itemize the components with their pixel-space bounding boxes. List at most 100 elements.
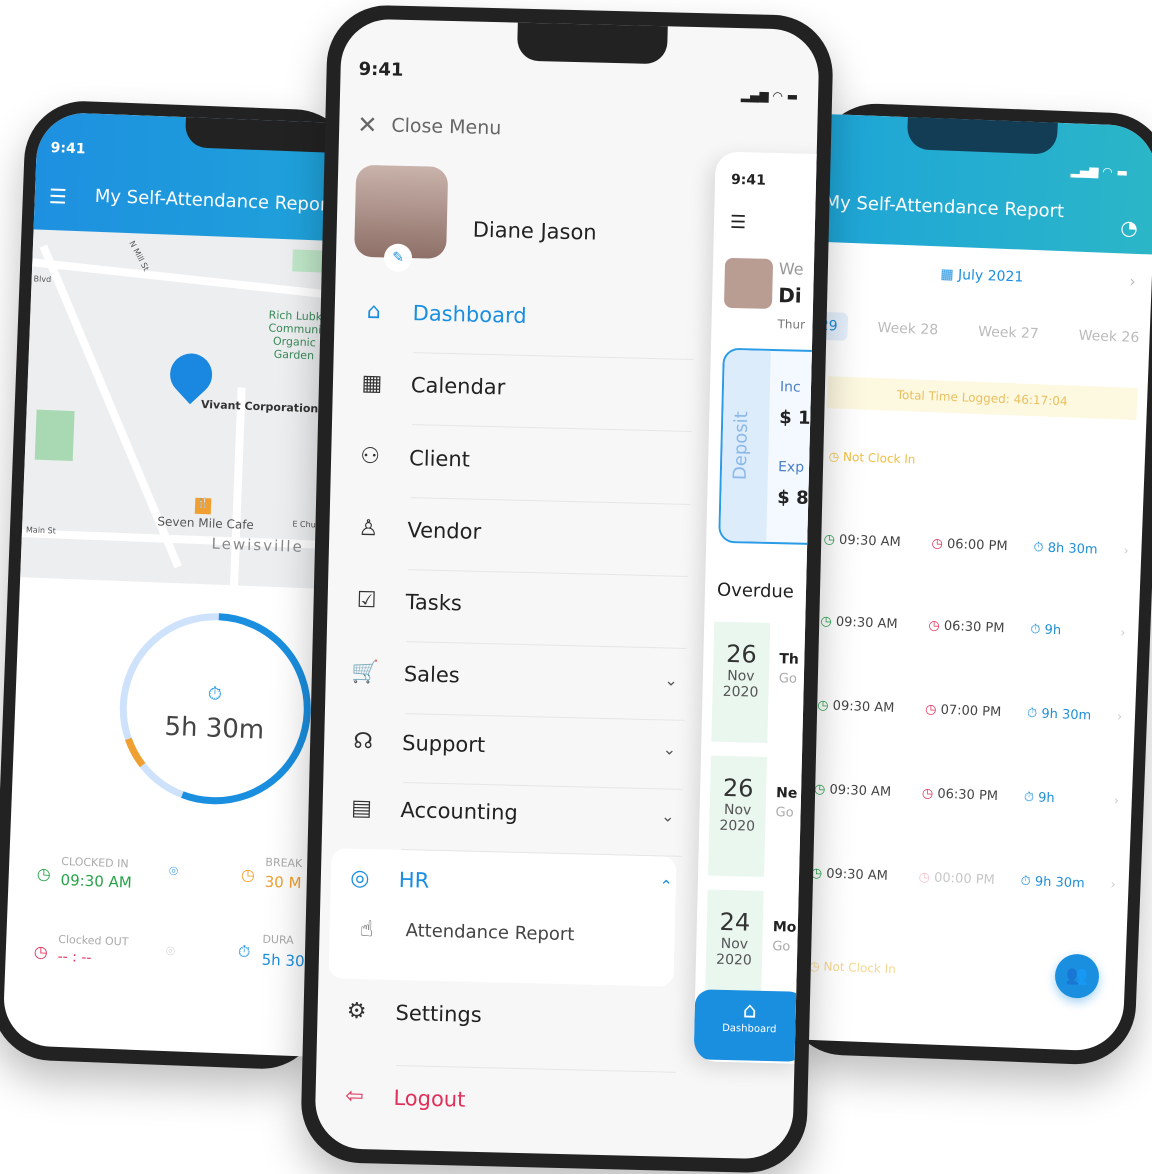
location-icon[interactable]: ⌾ xyxy=(169,862,179,880)
duration-label: DURA xyxy=(262,932,294,947)
divider xyxy=(406,641,687,649)
in-time: 09:30 AM xyxy=(838,532,902,551)
menu-item-label: Accounting xyxy=(400,797,519,825)
clock-in-time: ◷ 09:30 AM xyxy=(816,697,895,716)
close-menu-button[interactable]: ✕ Close Menu xyxy=(357,111,502,143)
home-icon: ⌂ xyxy=(366,299,382,325)
menu-item-label: Dashboard xyxy=(412,300,527,328)
overdue-item[interactable]: 26 Nov 2020 Th Go xyxy=(711,621,814,744)
attendance-row[interactable]: ◷ 09:30 AM ◷ 00:00 PM ⏱ 9h 30m › xyxy=(810,866,1130,893)
headset-icon: ☊ xyxy=(353,728,374,755)
chevron-right-icon: › xyxy=(1113,793,1120,809)
map[interactable]: N Mill St Blvd Rich Lubk Communi Organic… xyxy=(20,229,352,590)
menu-item-logout[interactable]: ⇦ Logout xyxy=(337,1084,668,1117)
attendance-row[interactable]: ◷ 09:30 AM ◷ 06:00 PM ⏱ 8h 30m › xyxy=(823,532,1143,559)
location-icon[interactable]: ⌾ xyxy=(166,942,176,960)
not-clock-in: ◷ Not Clock In xyxy=(828,449,916,467)
clock-in-icon: ◷ xyxy=(36,863,52,884)
page-title: My Self-Attendance Report xyxy=(94,185,335,216)
out-time: 06:00 PM xyxy=(946,536,1008,555)
month-selector[interactable]: ▦ July 2021 xyxy=(812,261,1152,290)
calculator-icon: ▤ xyxy=(350,795,373,822)
in-time: 09:30 AM xyxy=(835,614,898,633)
divider xyxy=(403,782,684,790)
divider xyxy=(413,352,694,361)
menu-item-dashboard[interactable]: ⌂ Dashboard xyxy=(356,299,687,332)
divider xyxy=(411,424,692,433)
overdue-item[interactable]: 26 Nov 2020 Ne Go xyxy=(708,755,811,878)
overdue-title: Overdue xyxy=(716,579,795,603)
calendar-icon: ▦ xyxy=(940,266,959,284)
clocked-out-value: -- : -- xyxy=(57,948,92,967)
map-label: Blvd xyxy=(33,274,52,285)
close-menu-label: Close Menu xyxy=(391,114,502,140)
menu-item-label: Vendor xyxy=(407,517,482,544)
chevron-down-icon[interactable]: ⌄ xyxy=(661,806,675,825)
clipboard-check-icon: ☑ xyxy=(356,587,377,614)
menu-item-sales[interactable]: 🛒 Sales ⌄ xyxy=(348,660,679,693)
clock-out-time: ◷ 06:30 PM xyxy=(928,618,1005,637)
task-title: Mo xyxy=(772,919,797,936)
duration-value: 9h xyxy=(1037,790,1055,807)
team-fab-button[interactable]: 👥 xyxy=(1054,953,1100,999)
task-sub: Go xyxy=(778,671,798,687)
location-pin-icon[interactable] xyxy=(161,344,221,405)
month: Nov xyxy=(720,935,749,953)
menu-item-label: Attendance Report xyxy=(405,920,575,946)
menu-item-label: HR xyxy=(398,867,430,893)
chevron-up-icon[interactable]: ⌃ xyxy=(659,876,673,895)
chevron-down-icon[interactable]: ⌄ xyxy=(664,670,678,689)
menu-item-vendor[interactable]: ♙ Vendor xyxy=(351,516,682,549)
edit-icon[interactable]: ✎ xyxy=(383,243,413,273)
chevron-right-icon: › xyxy=(1116,709,1123,725)
clock-filter-icon[interactable]: ◔ xyxy=(1120,215,1138,240)
out-time: 07:00 PM xyxy=(940,702,1002,721)
next-month-icon[interactable]: › xyxy=(1129,272,1136,291)
divider xyxy=(410,497,691,505)
status-time: 9:41 xyxy=(50,139,86,158)
hamburger-icon[interactable]: ☰ xyxy=(48,184,67,209)
tab-week-26[interactable]: Week 26 xyxy=(1068,321,1150,352)
clock-in-time: ◷ 09:30 AM xyxy=(813,781,892,800)
user-name: Diane Jason xyxy=(472,217,597,245)
menu-item-client[interactable]: ⚇ Client xyxy=(353,444,684,477)
map-label: Lewisville xyxy=(211,534,305,556)
menu-item-label: Logout xyxy=(393,1085,466,1112)
vendor-icon: ♙ xyxy=(358,515,379,542)
tab-week-27[interactable]: Week 27 xyxy=(968,318,1050,349)
menu-item-accounting[interactable]: ▤ Accounting ⌄ xyxy=(344,796,675,829)
task-sub: Go xyxy=(775,805,794,821)
menu-item-tasks[interactable]: ☑ Tasks xyxy=(349,588,680,621)
task-title: Ne xyxy=(775,785,798,802)
dashboard-phone-peek: 9:41 ☰ We Di Thur Deposit Inc $ 1 Exp $ … xyxy=(693,151,820,1064)
map-label-location: Vivant Corporation xyxy=(200,397,319,416)
duration: ⏱ 9h 30m xyxy=(1026,706,1092,724)
hr-icon: ◎ xyxy=(349,865,370,892)
clocked-out-label: Clocked OUT xyxy=(58,932,129,949)
notch xyxy=(516,22,668,65)
attendance-row[interactable]: ◷ 09:30 AM ◷ 06:30 PM ⏱ 9h › xyxy=(814,782,1134,809)
chevron-down-icon[interactable]: ⌄ xyxy=(662,739,676,758)
menu-item-calendar[interactable]: ▦ Calendar xyxy=(355,371,686,404)
chevron-right-icon: › xyxy=(1119,625,1126,641)
menu-item-label: Settings xyxy=(395,1000,483,1027)
attendance-row[interactable]: ◷ 09:30 AM ◷ 06:30 PM ⏱ 9h › xyxy=(820,614,1140,641)
nav-dashboard-button[interactable]: ⌂ Dashboard xyxy=(693,989,806,1062)
deposit-card[interactable]: Deposit Inc $ 1 Exp $ 8 xyxy=(718,347,820,546)
restaurant-icon: 🍴 xyxy=(194,497,212,515)
gear-icon: ⚙ xyxy=(346,998,367,1025)
menu-item-support[interactable]: ☊ Support ⌄ xyxy=(346,729,677,762)
hamburger-icon[interactable]: ☰ xyxy=(730,212,747,233)
divider xyxy=(396,1064,677,1073)
in-time: 09:30 AM xyxy=(825,866,889,884)
notch xyxy=(906,117,1058,155)
status-icons: ▂▄▆ ◠ ▬ xyxy=(1070,163,1129,180)
tab-week-28[interactable]: Week 28 xyxy=(867,314,949,345)
attendance-row[interactable]: ◷ 09:30 AM ◷ 07:00 PM ⏱ 9h 30m › xyxy=(817,698,1137,725)
menu-item-label: Calendar xyxy=(410,372,506,399)
clock-out-time: ◷ 00:00 PM xyxy=(918,870,996,888)
menu-item-settings[interactable]: ⚙ Settings xyxy=(339,999,670,1032)
menu-item-label: Support xyxy=(401,730,486,757)
duration-value: 8h 30m xyxy=(1047,540,1098,558)
duration-value: 9h xyxy=(1044,622,1062,639)
